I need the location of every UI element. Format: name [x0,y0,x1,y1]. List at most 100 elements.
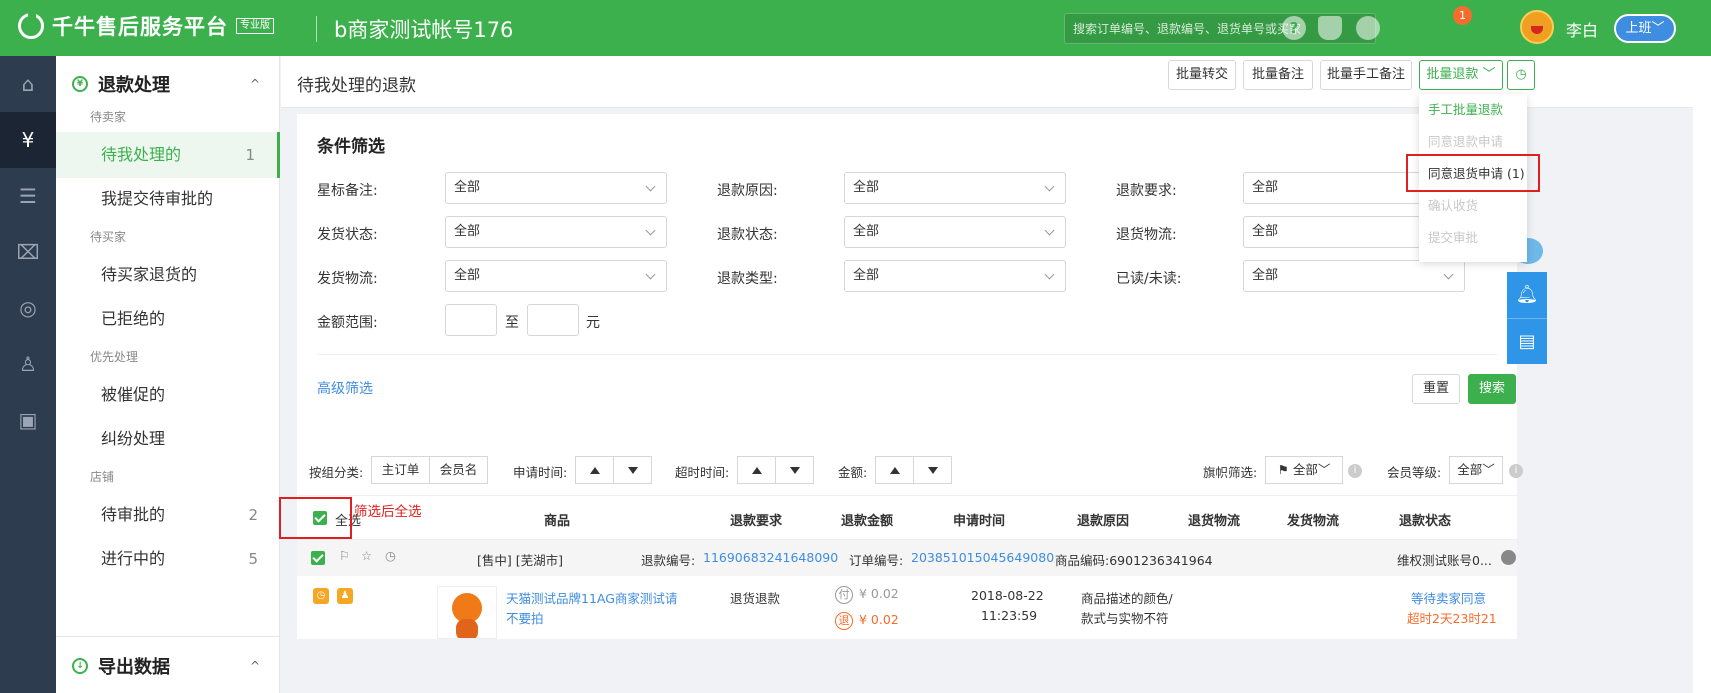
side-nav: ¥ 退款处理 ^ 待卖家 待我处理的 1 我提交待审批的 待买家 待买家退货的 … [56,56,280,693]
sidebar-item-label: 被催促的 [101,385,166,404]
col-refund-status: 退款状态 [1399,514,1452,529]
arrow-up-icon [589,467,600,474]
amount-min-input[interactable] [445,304,497,336]
bell-icon[interactable] [1318,16,1342,40]
amount-asc-button[interactable] [875,456,914,484]
refund-amount: 退 ¥ 0.02 [835,612,899,630]
avatar[interactable] [1520,10,1554,44]
section-export-header[interactable]: ↓ 导出数据 ^ [56,638,280,693]
platform-logo[interactable]: 千牛售后服务平台 专业版 [18,11,274,41]
filter-label-star-note: 星标备注: [317,183,378,199]
ticket-icon[interactable]: ⌧ [0,224,56,280]
sidebar-item-pending-me[interactable]: 待我处理的 1 [56,132,280,178]
section-title: 退款处理 [98,75,170,96]
arrow-down-icon [627,467,638,474]
product-title-link-line2[interactable]: 不要拍 [506,608,544,627]
calendar-icon[interactable]: ▣ [0,392,56,448]
pay-tag-icon: 付 [835,586,853,604]
filter-label-read-status: 已读/未读: [1116,271,1182,287]
apply-time-asc-button[interactable] [575,456,614,484]
product-image[interactable] [437,586,497,639]
order-no-link[interactable]: 203851015045649080 [911,550,1054,565]
product-title-link[interactable]: 天猫测试品牌11AG商家测试请 [506,588,677,607]
timeout-desc-button[interactable] [775,456,814,484]
filter-select-star-note[interactable]: 全部 [445,172,667,204]
filter-select-refund-type[interactable]: 全部 [844,260,1066,292]
clock-icon[interactable]: ◷ [385,548,396,563]
reset-button[interactable]: 重置 [1412,374,1460,404]
chat-icon[interactable]: ▤ [1507,318,1547,364]
highlight-box-agree-return [1406,154,1540,192]
filter-label-refund-request: 退款要求: [1116,183,1177,199]
sidebar-item-in-progress[interactable]: 进行中的 5 [56,536,280,582]
amount-max-input[interactable] [527,304,579,336]
batch-transfer-button[interactable]: 批量转交 [1168,60,1236,90]
collapse-icon[interactable]: ^ [250,659,260,673]
filter-select-ship-logistics[interactable]: 全部 [445,260,667,292]
home-icon[interactable]: ⌂ [0,56,56,112]
arrow-down-icon [789,467,800,474]
top-bar: 千牛售后服务平台 专业版 b商家测试帐号176 ? 1 李白 上班﹀ [0,0,1711,56]
sidebar-item-urged[interactable]: 被催促的 [56,372,280,418]
filter-select-ship-status[interactable]: 全部 [445,216,667,248]
filter-select-refund-status[interactable]: 全部 [844,216,1066,248]
refund-icon[interactable]: ¥ [0,112,56,168]
duty-status-button[interactable]: 上班﹀ [1614,14,1676,43]
sidebar-item-submitted-approval[interactable]: 我提交待审批的 [56,176,280,222]
page-scrollbar[interactable] [1693,56,1711,693]
flag-icon[interactable]: ⚐ [339,548,350,563]
apply-time-desc-button[interactable] [613,456,652,484]
amount-desc-button[interactable] [913,456,952,484]
batch-manual-note-button[interactable]: 批量手工备注 [1320,60,1412,90]
apply-date: 2018-08-22 [971,588,1044,603]
advanced-filter-link[interactable]: 高级筛选 [317,378,373,398]
sidebar-item-rejected[interactable]: 已拒绝的 [56,296,280,342]
info-icon[interactable]: i [1509,464,1523,478]
row-checkbox[interactable] [311,551,325,565]
sidebar-item-pending-approval[interactable]: 待审批的 2 [56,492,280,538]
timeout-asc-button[interactable] [737,456,776,484]
group-member-button[interactable]: 会员名 [429,456,488,484]
cloud-download-icon: ↓ [72,658,88,674]
flag-filter-select[interactable]: ⚑ 全部﹀ [1265,456,1343,484]
group-main-order-button[interactable]: 主订单 [371,456,430,484]
batch-note-button[interactable]: 批量备注 [1243,60,1313,90]
bell-icon[interactable]: 🔔︎ [1507,272,1547,318]
refund-reason-line2: 款式与实物不符 [1081,611,1169,626]
refund-status-link[interactable]: 等待卖家同意 [1411,588,1486,607]
amount-unit-label: 元 [586,315,600,331]
star-icon[interactable]: ☆ [361,548,372,563]
sidebar-item-buyer-return[interactable]: 待买家退货的 [56,252,280,298]
user-name[interactable]: 李白 [1566,17,1598,41]
list-icon[interactable]: ☰ [0,168,56,224]
buyer-account[interactable]: 维权测试账号0... [1397,550,1492,569]
compass-icon[interactable]: ◎ [0,280,56,336]
sidebar-item-label: 已拒绝的 [101,309,166,328]
help-icon[interactable]: ? [1282,16,1306,40]
member-level-select[interactable]: 全部﹀ [1449,456,1503,484]
section-refund-header[interactable]: ¥ 退款处理 ^ [56,56,280,112]
timeout-countdown: 超时2天23时21 [1407,611,1497,626]
filter-select-refund-reason[interactable]: 全部 [844,172,1066,204]
member-level-label: 会员等级: [1387,465,1442,480]
refund-no-link[interactable]: 11690683241648090 [703,550,838,565]
info-icon[interactable]: i [1348,464,1362,478]
export-title: 导出数据 [98,657,170,678]
history-icon[interactable]: ◷ [1507,60,1535,90]
more-icon[interactable] [1501,550,1516,565]
collapse-icon[interactable]: ^ [250,77,260,91]
batch-refund-button[interactable]: 批量退款 ﹀ [1419,60,1503,90]
menu-item-manual-batch-refund[interactable]: 手工批量退款 [1419,94,1527,126]
clock-icon[interactable] [1356,16,1380,40]
logo-icon [18,13,44,39]
search-button[interactable]: 搜索 [1468,374,1516,404]
product-code: 商品编码:6901236341964 [1055,553,1213,568]
sidebar-item-label: 待审批的 [101,505,166,524]
users-icon[interactable]: ♙ [0,336,56,392]
filter-select-read-status[interactable]: 全部 [1243,260,1465,292]
notification-badge: 1 [1453,6,1472,25]
refund-reason-line1: 商品描述的颜色/ [1081,591,1173,606]
sidebar-item-dispute[interactable]: 纠纷处理 [56,416,280,462]
sidebar-item-count: 1 [245,146,255,164]
arrow-up-icon [751,467,762,474]
